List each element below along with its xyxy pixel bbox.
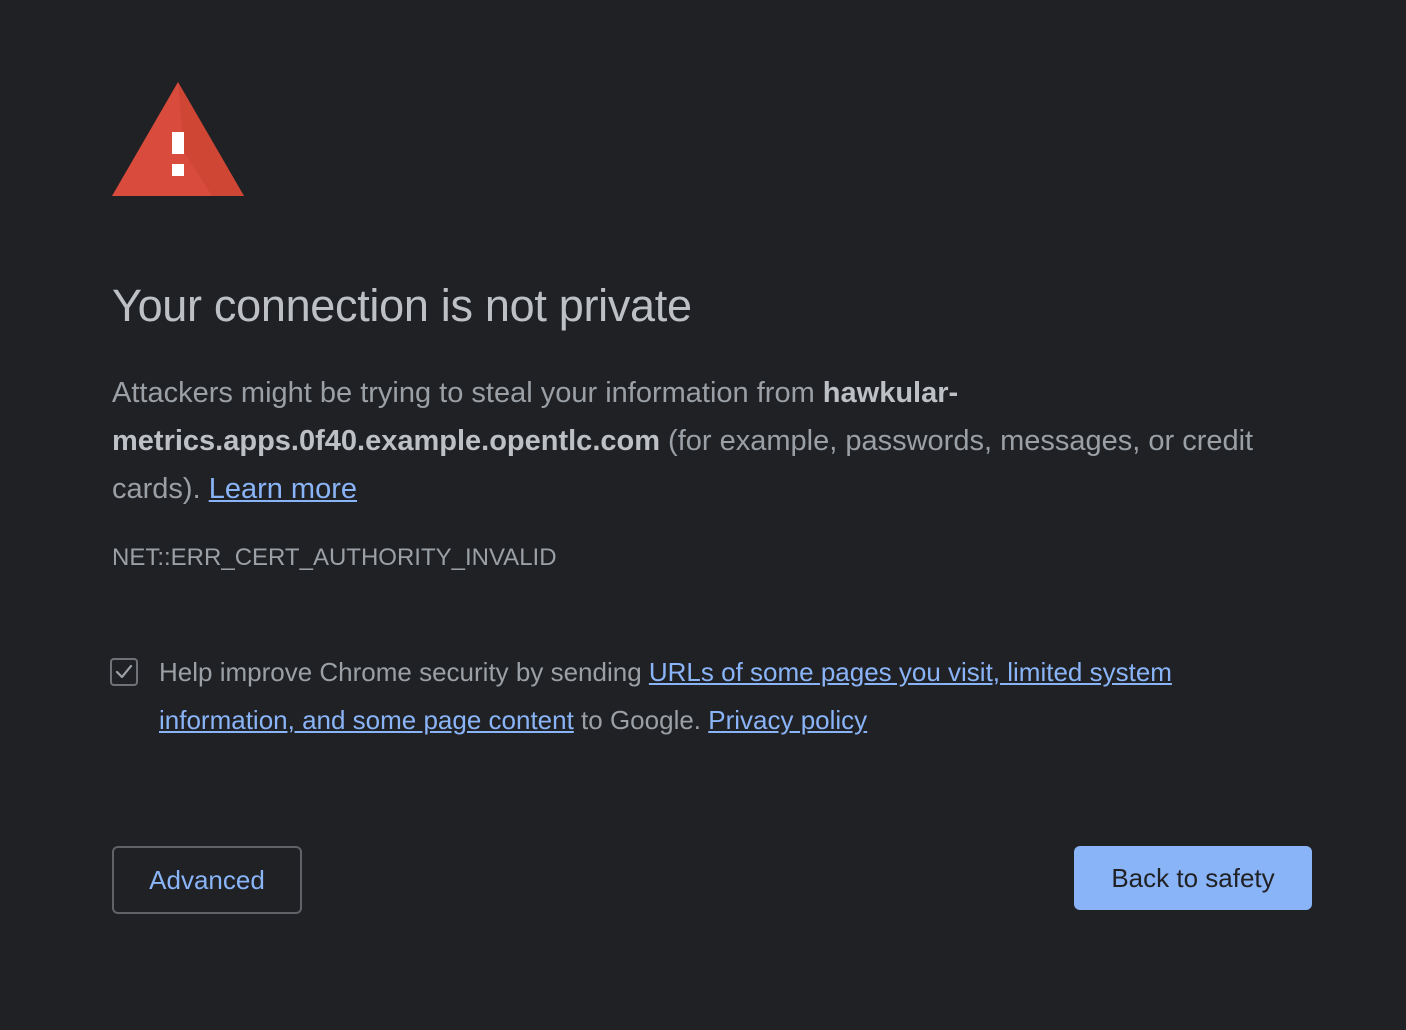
optin-prefix: Help improve Chrome security by sending — [159, 657, 649, 687]
optin-checkbox[interactable] — [110, 658, 138, 686]
optin-middle: to Google. — [573, 705, 709, 735]
warning-triangle-icon — [112, 82, 244, 196]
optin-text: Help improve Chrome security by sending … — [159, 648, 1249, 744]
page-title: Your connection is not private — [112, 280, 692, 331]
error-code: NET::ERR_CERT_AUTHORITY_INVALID — [112, 544, 557, 571]
privacy-policy-link[interactable]: Privacy policy — [708, 705, 867, 735]
main-message: Attackers might be trying to steal your … — [112, 369, 1272, 513]
learn-more-link[interactable]: Learn more — [209, 473, 357, 505]
advanced-button[interactable]: Advanced — [112, 846, 302, 914]
back-to-safety-button[interactable]: Back to safety — [1074, 846, 1312, 910]
interstitial-page: Your connection is not private Attackers… — [0, 0, 1406, 1030]
message-prefix: Attackers might be trying to steal your … — [112, 377, 823, 409]
checkmark-icon — [115, 664, 133, 679]
